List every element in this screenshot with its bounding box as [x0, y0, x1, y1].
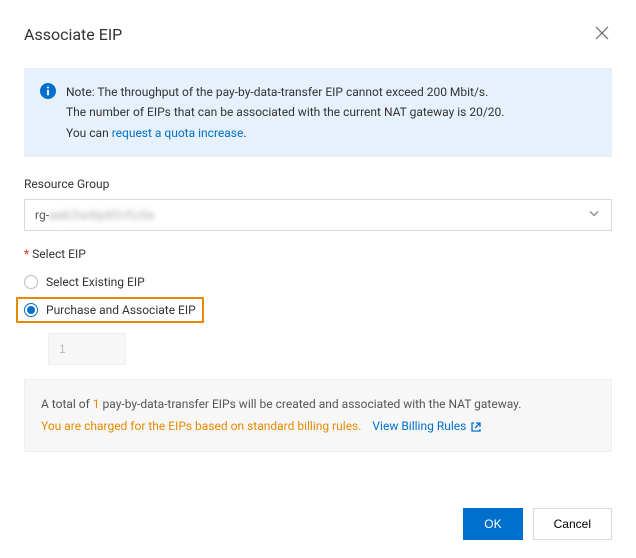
radio-existing-label: Select Existing EIP — [46, 275, 145, 289]
radio-icon-unselected — [24, 275, 38, 289]
view-billing-rules-link[interactable]: View Billing Rules — [372, 416, 482, 438]
info-banner: Note: The throughput of the pay-by-data-… — [24, 68, 612, 157]
dialog-header: Associate EIP — [24, 24, 612, 44]
chevron-down-icon — [587, 207, 601, 224]
info-text: Note: The throughput of the pay-by-data-… — [66, 82, 504, 143]
banner-line3-suffix: . — [243, 126, 246, 140]
banner-line3-prefix: You can — [66, 126, 112, 140]
resource-group-prefix: rg- — [35, 208, 49, 222]
summary-prefix: A total of — [41, 397, 93, 411]
quantity-input[interactable] — [48, 333, 126, 365]
cancel-button[interactable]: Cancel — [533, 508, 612, 540]
radio-icon-selected — [24, 303, 38, 317]
select-eip-label: *Select EIP — [24, 247, 612, 261]
info-icon — [40, 83, 56, 99]
radio-purchase-highlight: Purchase and Associate EIP — [16, 297, 204, 323]
summary-warning: You are charged for the EIPs based on st… — [41, 419, 361, 433]
associate-eip-dialog: Associate EIP Note: The throughput of th… — [0, 0, 636, 484]
close-button[interactable] — [592, 24, 612, 44]
dialog-footer: OK Cancel — [463, 508, 612, 540]
eip-radio-group: Select Existing EIP Purchase and Associa… — [24, 269, 612, 325]
resource-group-select[interactable]: rg-aek2wdq4llvfu3a — [24, 199, 612, 231]
resource-group-value: aek2wdq4llvfu3a — [49, 208, 155, 222]
resource-group-label: Resource Group — [24, 177, 612, 191]
banner-line1: Note: The throughput of the pay-by-data-… — [66, 85, 488, 99]
select-eip-field: *Select EIP Select Existing EIP Purchase… — [24, 247, 612, 452]
quantity-wrap — [48, 333, 612, 365]
summary-mid: pay-by-data-transfer EIPs will be create… — [100, 397, 522, 411]
radio-purchase-label: Purchase and Associate EIP — [46, 303, 196, 317]
quota-increase-link[interactable]: request a quota increase — [112, 126, 244, 140]
dialog-title: Associate EIP — [24, 25, 122, 44]
ok-button[interactable]: OK — [463, 508, 522, 540]
external-link-icon — [470, 416, 482, 438]
resource-group-field: Resource Group rg-aek2wdq4llvfu3a — [24, 177, 612, 231]
radio-select-existing[interactable]: Select Existing EIP — [24, 269, 612, 295]
close-icon — [595, 26, 609, 43]
radio-purchase-associate[interactable]: Purchase and Associate EIP — [24, 303, 196, 317]
banner-line2: The number of EIPs that can be associate… — [66, 105, 504, 119]
required-marker: * — [24, 247, 29, 261]
summary-count: 1 — [93, 397, 100, 411]
summary-box: A total of 1 pay-by-data-transfer EIPs w… — [24, 379, 612, 452]
